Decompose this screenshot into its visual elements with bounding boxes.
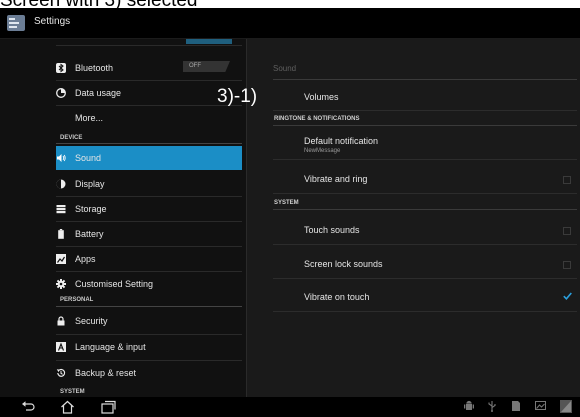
app-title: Settings	[34, 16, 71, 27]
recent-apps-icon[interactable]	[100, 400, 117, 414]
vibrate-and-ring-checkbox[interactable]	[563, 176, 571, 184]
touch-sounds-checkbox[interactable]	[563, 227, 571, 235]
display-icon	[56, 179, 66, 189]
sidebar-item-security[interactable]: Security	[56, 309, 242, 333]
annotation-label: 3)-1)	[217, 86, 258, 107]
sidebar-item-more[interactable]: More...	[75, 106, 261, 130]
volumes-item[interactable]: Volumes	[304, 92, 339, 102]
tablet-screen: Settings Bluetooth OFF Data usage More..…	[0, 8, 580, 417]
sidebar-item-label: Backup & reset	[75, 368, 137, 378]
sidebar-item-label: More...	[75, 113, 104, 123]
divider	[56, 143, 242, 144]
sidebar-item-label: Customised Setting	[75, 279, 154, 289]
sidebar-item-language-input[interactable]: Language & input	[56, 335, 242, 359]
sidebar-item-label: Security	[75, 316, 108, 326]
divider	[273, 311, 577, 312]
section-header-personal: PERSONAL	[60, 297, 94, 303]
sidebar-item-label: Bluetooth	[75, 63, 114, 73]
divider	[273, 244, 577, 245]
sidebar-item-label: Display	[75, 179, 105, 189]
screen-lock-sounds-label[interactable]: Screen lock sounds	[304, 259, 383, 269]
sidebar-item-data-usage[interactable]: Data usage	[56, 81, 242, 105]
divider	[273, 110, 577, 111]
vibrate-and-ring-label[interactable]: Vibrate and ring	[304, 174, 367, 184]
bluetooth-icon	[56, 63, 66, 73]
default-notification-title[interactable]: Default notification	[304, 136, 378, 146]
signal-icon	[560, 400, 572, 413]
lock-icon	[57, 316, 65, 326]
usb-icon	[488, 401, 496, 412]
speaker-icon	[57, 154, 66, 162]
sidebar-item-storage[interactable]: Storage	[56, 197, 242, 221]
section-header-device: DEVICE	[60, 135, 83, 141]
title-bar: Settings	[0, 8, 580, 39]
divider	[273, 159, 577, 160]
keyboard-icon	[56, 342, 66, 352]
data-usage-icon	[56, 88, 66, 98]
sidebar-item-label: Battery	[75, 229, 104, 239]
divider	[56, 306, 242, 307]
section-header-ringtone: RINGTONE & NOTIFICATIONS	[274, 116, 360, 122]
sidebar-item-apps[interactable]: Apps	[56, 247, 242, 271]
bluetooth-toggle[interactable]: OFF	[183, 61, 230, 72]
divider	[273, 193, 577, 194]
divider	[273, 79, 577, 80]
sidebar-item-label: Language & input	[75, 342, 146, 352]
storage-icon	[56, 205, 66, 214]
gallery-icon	[535, 401, 546, 410]
sidebar-item-customised-setting[interactable]: Customised Setting	[56, 272, 242, 296]
sidebar-item-label: Data usage	[75, 88, 122, 98]
section-header-system: SYSTEM	[60, 389, 85, 395]
divider	[273, 209, 577, 210]
wifi-toggle-remnant[interactable]	[186, 39, 232, 44]
divider	[273, 125, 577, 126]
sidebar-item-label: Storage	[75, 204, 107, 214]
divider	[56, 45, 242, 46]
page-title: Sound	[273, 64, 297, 73]
navigation-bar	[0, 397, 580, 417]
sidebar-item-label: Sound	[75, 153, 102, 163]
battery-icon	[58, 229, 64, 239]
settings-app-icon[interactable]	[7, 15, 25, 31]
sidebar-item-label: Apps	[75, 254, 96, 264]
vibrate-on-touch-label[interactable]: Vibrate on touch	[304, 292, 369, 302]
sidebar-item-sound[interactable]: Sound	[56, 146, 242, 170]
backup-icon	[56, 368, 66, 377]
sidebar-item-display[interactable]: Display	[56, 172, 242, 196]
home-icon[interactable]	[60, 400, 75, 414]
android-debug-icon	[464, 400, 474, 410]
settings-sidebar: Bluetooth OFF Data usage More... DEVICE …	[0, 39, 246, 397]
vibrate-on-touch-checkbox[interactable]	[563, 292, 572, 300]
divider	[273, 278, 577, 279]
section-header-system-right: SYSTEM	[274, 200, 299, 206]
sidebar-item-backup-reset[interactable]: Backup & reset	[56, 361, 242, 385]
sidebar-item-battery[interactable]: Battery	[56, 222, 242, 246]
sd-card-icon	[512, 401, 520, 411]
default-notification-value: NewMessage	[304, 148, 341, 154]
gear-icon	[56, 279, 66, 289]
apps-icon	[56, 254, 66, 264]
back-icon[interactable]	[21, 400, 35, 413]
sound-settings-panel: Sound Volumes RINGTONE & NOTIFICATIONS D…	[246, 39, 580, 397]
touch-sounds-label[interactable]: Touch sounds	[304, 225, 360, 235]
screen-lock-sounds-checkbox[interactable]	[563, 261, 571, 269]
